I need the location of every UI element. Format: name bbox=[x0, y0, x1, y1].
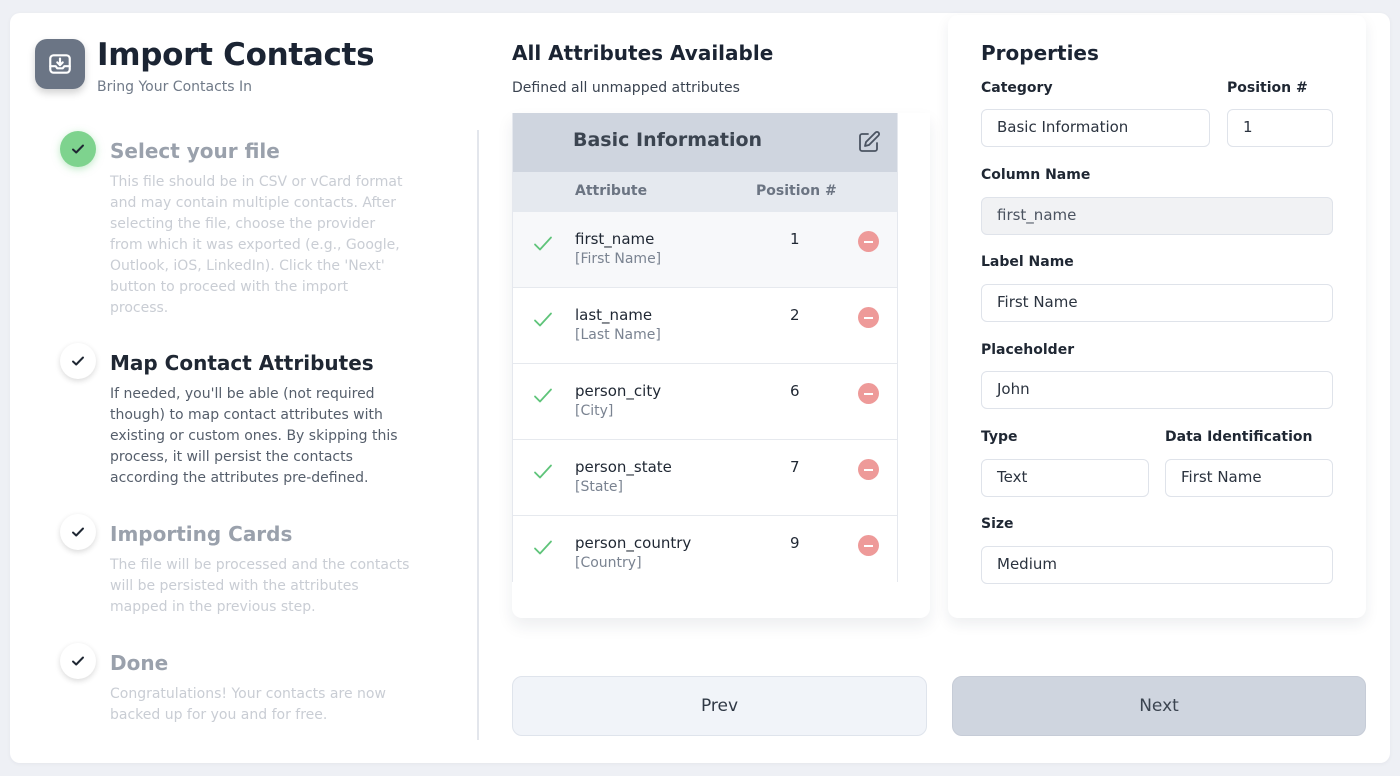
column-divider bbox=[477, 130, 479, 740]
step-title: Select your file bbox=[110, 139, 280, 163]
size-field[interactable]: Medium bbox=[981, 546, 1333, 584]
table-row[interactable]: first_name [First Name] 1 bbox=[513, 212, 897, 288]
step-description: The file will be processed and the conta… bbox=[110, 557, 410, 615]
table-header: Attribute Position # bbox=[513, 172, 897, 212]
prev-button[interactable]: Prev bbox=[512, 676, 927, 736]
check-icon bbox=[533, 234, 553, 258]
remove-icon[interactable] bbox=[858, 383, 879, 404]
check-icon bbox=[60, 343, 96, 379]
position-field[interactable]: 1 bbox=[1227, 109, 1333, 147]
table-row[interactable]: person_state [State] 7 bbox=[513, 440, 897, 516]
attributes-panel-title: All Attributes Available bbox=[512, 41, 774, 65]
attribute-position: 9 bbox=[790, 534, 800, 552]
attribute-label: [Country] bbox=[575, 555, 642, 571]
download-tray-icon bbox=[35, 39, 85, 89]
size-label: Size bbox=[981, 516, 1014, 532]
remove-icon[interactable] bbox=[858, 535, 879, 556]
attribute-name: person_state bbox=[575, 458, 672, 476]
check-icon bbox=[533, 538, 553, 562]
data-identification-field[interactable]: First Name bbox=[1165, 459, 1333, 497]
attribute-name: person_city bbox=[575, 382, 662, 400]
group-title: Basic Information bbox=[573, 129, 763, 151]
data-identification-label: Data Identification bbox=[1165, 429, 1313, 445]
attribute-label: [First Name] bbox=[575, 251, 662, 267]
step-title: Done bbox=[110, 651, 169, 675]
type-label: Type bbox=[981, 429, 1018, 445]
step-title: Importing Cards bbox=[110, 522, 293, 546]
page-subtitle: Bring Your Contacts In bbox=[97, 79, 253, 95]
placeholder-field[interactable]: John bbox=[981, 371, 1333, 409]
step-description: If needed, you'll be able (not required … bbox=[110, 386, 398, 486]
page-title: Import Contacts bbox=[97, 37, 375, 73]
placeholder-label: Placeholder bbox=[981, 342, 1075, 358]
step-description: Congratulations! Your contacts are now b… bbox=[110, 686, 386, 723]
table-row[interactable]: last_name [Last Name] 2 bbox=[513, 288, 897, 364]
step-description: This file should be in CSV or vCard form… bbox=[110, 174, 403, 316]
column-name-label: Column Name bbox=[981, 167, 1091, 183]
check-icon bbox=[60, 514, 96, 550]
column-name-field: first_name bbox=[981, 197, 1333, 235]
edit-icon[interactable] bbox=[857, 130, 881, 158]
attribute-position: 1 bbox=[790, 230, 800, 248]
table-row[interactable]: person_city [City] 6 bbox=[513, 364, 897, 440]
attribute-position: 2 bbox=[790, 306, 800, 324]
attribute-position: 7 bbox=[790, 458, 800, 476]
group-header: Basic Information bbox=[513, 113, 897, 172]
attributes-panel-subtitle: Defined all unmapped attributes bbox=[512, 80, 740, 96]
attributes-table[interactable]: Basic Information Attribute Position # f… bbox=[512, 113, 898, 582]
column-header-position: Position # bbox=[756, 183, 837, 199]
attribute-label: [Last Name] bbox=[575, 327, 661, 343]
step-title: Map Contact Attributes bbox=[110, 351, 374, 375]
remove-icon[interactable] bbox=[858, 231, 879, 252]
label-name-field[interactable]: First Name bbox=[981, 284, 1333, 322]
attribute-name: person_country bbox=[575, 534, 692, 552]
attribute-position: 6 bbox=[790, 382, 800, 400]
category-label: Category bbox=[981, 80, 1053, 96]
remove-icon[interactable] bbox=[858, 459, 879, 480]
category-field[interactable]: Basic Information bbox=[981, 109, 1210, 147]
column-header-attribute: Attribute bbox=[575, 183, 648, 199]
properties-title: Properties bbox=[981, 41, 1099, 65]
step-completed-icon bbox=[60, 131, 96, 167]
table-row[interactable]: person_country [Country] 9 bbox=[513, 516, 897, 582]
attribute-name: first_name bbox=[575, 230, 655, 248]
label-name-label: Label Name bbox=[981, 254, 1074, 270]
type-field[interactable]: Text bbox=[981, 459, 1149, 497]
check-icon bbox=[533, 462, 553, 486]
position-label: Position # bbox=[1227, 80, 1308, 96]
check-icon bbox=[60, 643, 96, 679]
attribute-name: last_name bbox=[575, 306, 653, 324]
next-button[interactable]: Next bbox=[952, 676, 1366, 736]
check-icon bbox=[533, 386, 553, 410]
attribute-label: [State] bbox=[575, 479, 623, 495]
remove-icon[interactable] bbox=[858, 307, 879, 328]
attribute-label: [City] bbox=[575, 403, 614, 419]
check-icon bbox=[533, 310, 553, 334]
